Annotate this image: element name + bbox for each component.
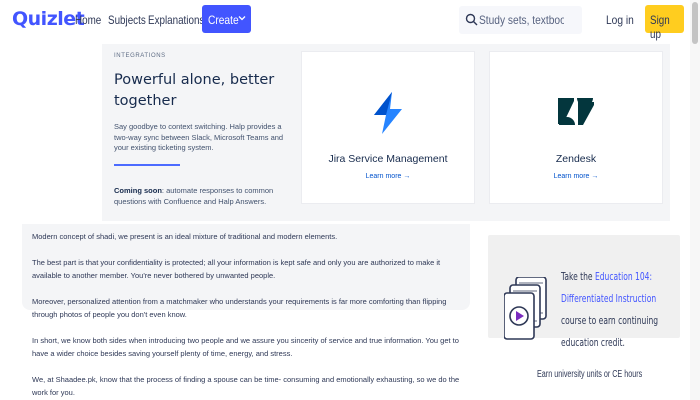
ad-coming-soon: Coming soon: automate responses to commo… [114,185,294,207]
chevron-down-icon [238,16,246,21]
side-ad-line3: course to earn continuing [561,315,659,327]
page-scrollbar[interactable] [690,0,700,400]
course-link-continued[interactable]: Differentiated Instruction [561,288,676,310]
signup-button[interactable]: Sign up [645,5,684,41]
zendesk-integration-card[interactable]: Zendesk Learn more → [489,51,663,204]
ad-eyebrow: INTEGRATIONS [114,53,166,59]
video-stack-icon[interactable] [504,277,550,341]
nav-subjects-link[interactable]: Subjects [108,13,146,27]
integrations-ad: INTEGRATIONS Powerful alone, better toge… [102,44,670,221]
search-icon [465,13,478,26]
article-paragraph: We, at Shaadee.pk, know that the process… [32,375,460,397]
jira-icon [370,92,406,139]
ad-description: Say goodbye to context switching. Halp p… [114,122,284,152]
create-button-label: Create [208,13,239,27]
zendesk-icon [558,92,594,133]
nav-home-link[interactable]: Home [75,13,101,27]
side-ad-line4: education credit. [561,337,625,349]
zendesk-learn-more-link[interactable]: Learn more → [490,173,662,180]
article-paragraph: The best part is that your confidentiali… [32,258,441,280]
nav-explanations-link[interactable]: Explanations [148,13,204,27]
side-ad-copy: Take the Education 104: Differentiated I… [561,266,676,354]
side-ad-footer: Earn university units or CE hours [537,369,643,380]
course-link[interactable]: Education 104: [595,271,652,283]
side-ad-line1-pre: Take the [561,271,595,283]
top-navigation-bar: Quizlet Home Subjects Explanations Creat… [0,0,700,41]
article-paragraph: Moreover, personalized attention from a … [32,297,447,319]
zendesk-card-title: Zendesk [555,153,597,165]
login-link[interactable]: Log in [606,13,634,27]
article-paragraph: In short, we know both sides when introd… [32,336,459,358]
article-paragraph: Modern concept of shadi, we present is a… [32,232,338,241]
jira-card-title: Jira Service Management [328,153,448,165]
search-input[interactable] [479,10,564,30]
jira-learn-more-link[interactable]: Learn more → [302,173,474,180]
signup-button-label: Sign up [650,13,670,41]
ad-divider [114,164,180,166]
jira-integration-card[interactable]: Jira Service Management Learn more → [301,51,475,204]
coming-soon-label: Coming soon [114,186,162,195]
scrollbar-thumb[interactable] [692,2,698,44]
ad-headline: Powerful alone, better together [114,72,275,109]
quizlet-logo[interactable]: Quizlet [12,8,85,30]
article-body: Modern concept of shadi, we present is a… [22,224,470,400]
search-box[interactable] [459,6,582,34]
create-button[interactable]: Create [202,5,251,33]
